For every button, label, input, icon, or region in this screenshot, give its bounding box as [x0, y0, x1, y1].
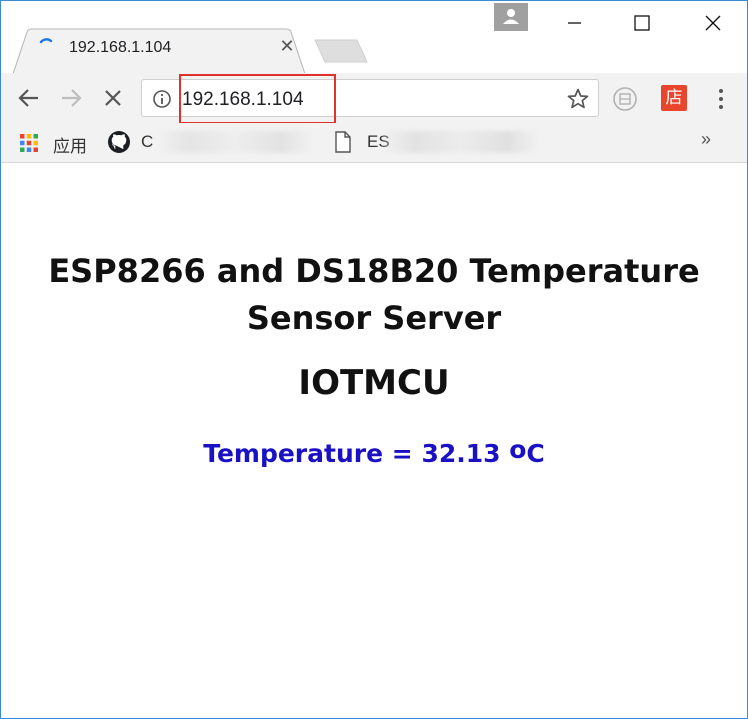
document-icon[interactable] — [334, 131, 352, 153]
person-icon — [503, 9, 519, 24]
page-content: ESP8266 and DS18B20 Temperature Sensor S… — [1, 164, 747, 718]
browser-tab[interactable]: 192.168.1.104 ✕ — [13, 28, 305, 74]
toolbar: 192.168.1.104 店 — [1, 73, 747, 123]
browser-window: 192.168.1.104 ✕ 192.168.1.104 店 应用 C ES … — [0, 0, 748, 719]
temperature-reading: Temperature = 32.13 oC — [1, 435, 747, 468]
page-title: ESP8266 and DS18B20 Temperature Sensor S… — [48, 252, 700, 337]
info-icon[interactable] — [152, 89, 172, 109]
title-bar: 192.168.1.104 ✕ — [1, 1, 747, 74]
github-icon[interactable] — [107, 130, 131, 154]
address-bar[interactable]: 192.168.1.104 — [141, 79, 599, 117]
url-text[interactable]: 192.168.1.104 — [182, 89, 304, 111]
bookmarks-bar: 应用 C ES » — [1, 123, 747, 163]
extension-icon[interactable] — [612, 86, 638, 112]
shop-extension-icon[interactable]: 店 — [661, 85, 687, 111]
star-icon[interactable] — [566, 87, 590, 111]
loading-spinner-icon — [39, 38, 53, 44]
bookmark-item-github[interactable]: C — [141, 132, 153, 152]
back-icon[interactable] — [15, 84, 43, 112]
tab-title: 192.168.1.104 — [69, 39, 172, 56]
temperature-unit: C — [526, 439, 545, 468]
bookmark-apps-label[interactable]: 应用 — [53, 132, 87, 157]
temperature-label: Temperature — [203, 439, 384, 468]
stop-icon[interactable] — [99, 84, 127, 112]
degree-symbol: o — [509, 435, 527, 464]
blurred-bookmark-text — [157, 131, 313, 153]
menu-icon[interactable] — [711, 85, 731, 113]
equals-sign: = — [391, 439, 413, 468]
minimize-icon[interactable] — [557, 9, 591, 35]
forward-icon[interactable] — [57, 84, 85, 112]
temperature-value: 32.13 — [421, 439, 501, 468]
more-bookmarks-icon[interactable]: » — [701, 129, 711, 150]
blurred-bookmark-text — [383, 131, 539, 153]
tab-close-icon[interactable]: ✕ — [277, 36, 297, 56]
profile-button[interactable] — [494, 3, 528, 31]
apps-grid-icon[interactable] — [19, 133, 39, 153]
new-tab-button[interactable] — [313, 38, 369, 64]
close-icon[interactable] — [695, 7, 731, 37]
maximize-icon[interactable] — [625, 7, 659, 37]
brand-heading: IOTMCU — [298, 363, 450, 403]
